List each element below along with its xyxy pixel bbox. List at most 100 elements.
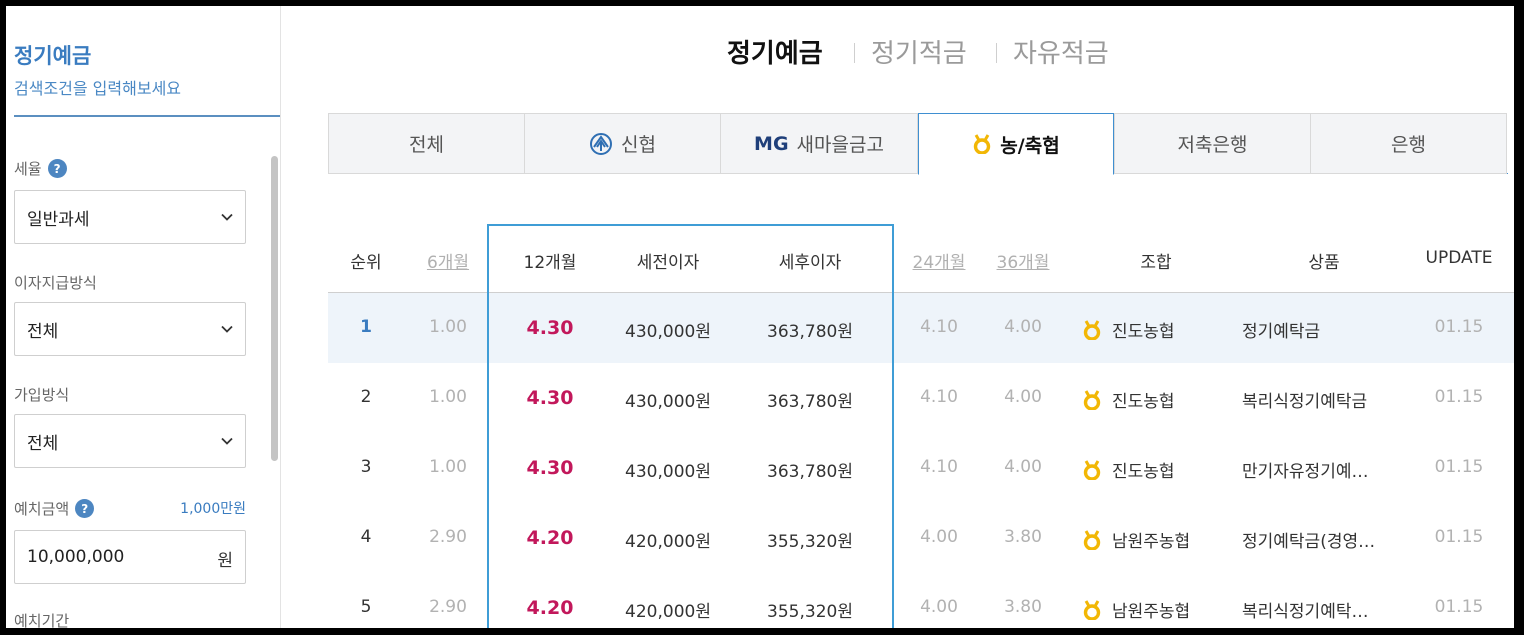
nh-medal-icon: [1083, 319, 1101, 340]
tax-label: 세율 ?: [14, 158, 67, 179]
cell-update: 01.15: [1434, 597, 1484, 617]
cell-union[interactable]: 남원주농협: [1082, 597, 1190, 622]
interest-payment-select[interactable]: 전체: [14, 302, 246, 356]
cell-m12: 4.20: [526, 527, 574, 549]
join-method-select[interactable]: 전체: [14, 414, 246, 468]
bank-tab-all[interactable]: 전체: [328, 113, 525, 174]
nh-medal-icon: [1083, 389, 1101, 410]
cell-m24: 4.10: [920, 387, 958, 407]
bank-tab-label: 전체: [409, 134, 444, 156]
tax-label-text: 세율: [14, 160, 42, 178]
cell-union[interactable]: 진도농협: [1082, 457, 1175, 482]
table-row[interactable]: 5 2.90 4.20 420,000원 355,320원 4.00 3.80 01.15 남원…: [328, 573, 1514, 628]
deposit-amount-label-text: 예치금액: [14, 500, 70, 518]
cell-product[interactable]: 정기예탁금: [1242, 317, 1320, 342]
cell-update: 01.15: [1434, 387, 1484, 407]
sidebar-title: 정기예금: [14, 44, 92, 68]
col-union: 조합: [1140, 253, 1172, 273]
cell-m36: 3.80: [1004, 527, 1042, 547]
institution-tabs: 전체 신협 MG 새마을금고 농/축협 저축은행 은행: [328, 113, 1508, 175]
cell-product[interactable]: 복리식정기예탁금: [1242, 387, 1367, 412]
cell-m12: 4.30: [526, 457, 574, 479]
cell-product[interactable]: 복리식정기예탁…: [1242, 597, 1368, 622]
union-name: 남원주농협: [1112, 532, 1191, 552]
bank-tab-label: 농/축협: [1000, 134, 1060, 157]
tab-installment-saving[interactable]: 정기적금: [871, 33, 967, 70]
cell-m12: 4.30: [526, 387, 574, 409]
chevron-down-icon: [221, 437, 233, 445]
deposit-amount-unit: 원: [217, 551, 233, 571]
deposit-amount-display: 1,000만원: [180, 501, 246, 517]
bank-tab-bank[interactable]: 은행: [1310, 113, 1507, 174]
cell-product[interactable]: 만기자유정기예…: [1242, 457, 1368, 482]
table-row[interactable]: 1 1.00 4.30 430,000원 363,780원 4.10 4.00 01.15 진도…: [328, 293, 1514, 363]
join-method-value: 전체: [27, 433, 59, 454]
union-name: 남원주농협: [1112, 602, 1191, 622]
cell-union[interactable]: 진도농협: [1082, 317, 1175, 342]
search-sidebar: 정기예금 검색조건을 입력해보세요 세율 ? 일반과세 이자지급방식 전체 가입…: [6, 6, 281, 628]
cell-rank: 4: [360, 527, 372, 547]
bank-tab-label: 신협: [621, 134, 656, 156]
cell-m36: 4.00: [1004, 387, 1042, 407]
col-6m[interactable]: 6개월: [427, 248, 469, 273]
cell-product[interactable]: 정기예탁금(경영…: [1242, 527, 1375, 552]
cell-m36: 3.80: [1004, 597, 1042, 617]
nh-medal-icon: [1083, 459, 1101, 480]
cell-pre-tax: 430,000원: [625, 322, 711, 342]
shinhyup-logo-icon: [590, 132, 613, 155]
tab-free-saving[interactable]: 자유적금: [1013, 33, 1109, 70]
cell-m6: 1.00: [429, 457, 467, 477]
cell-after-tax: 363,780원: [767, 322, 853, 342]
deposit-amount-input[interactable]: 10,000,000 원: [14, 530, 246, 584]
bank-tab-shinhyup[interactable]: 신협: [524, 113, 721, 174]
col-rank: 순위: [350, 253, 382, 273]
nh-medal-icon: [1083, 529, 1101, 550]
cell-m12: 4.30: [526, 317, 574, 339]
tax-select-value: 일반과세: [27, 209, 90, 230]
join-method-label: 가입방식: [14, 386, 70, 404]
bank-tab-label: 저축은행: [1177, 134, 1248, 156]
cell-m24: 4.00: [920, 527, 958, 547]
cell-pre-tax: 430,000원: [625, 392, 711, 412]
cell-after-tax: 355,320원: [767, 602, 853, 622]
help-icon[interactable]: ?: [75, 499, 95, 518]
table-row[interactable]: 2 1.00 4.30 430,000원 363,780원 4.10 4.00 01.15 진도…: [328, 363, 1514, 433]
cell-update: 01.15: [1434, 317, 1484, 337]
nh-medal-icon: [1083, 599, 1101, 620]
table-row[interactable]: 3 1.00 4.30 430,000원 363,780원 4.10 4.00 01.15 진도…: [328, 433, 1514, 503]
cell-m24: 4.00: [920, 597, 958, 617]
cell-pre-tax: 420,000원: [625, 602, 711, 622]
col-12m[interactable]: 12개월: [524, 248, 577, 273]
sidebar-scrollbar[interactable]: [271, 156, 278, 461]
bank-tab-mg[interactable]: MG 새마을금고: [720, 113, 918, 174]
cell-rank: 1: [360, 317, 372, 337]
cell-union[interactable]: 남원주농협: [1082, 527, 1190, 552]
col-36m[interactable]: 36개월: [997, 248, 1050, 273]
cell-after-tax: 363,780원: [767, 462, 853, 482]
bank-tab-nh[interactable]: 농/축협: [918, 113, 1114, 175]
cell-m36: 4.00: [1004, 317, 1042, 337]
bank-tab-savings-bank[interactable]: 저축은행: [1114, 113, 1311, 174]
cell-m12: 4.20: [526, 597, 574, 619]
tab-time-deposit[interactable]: 정기예금: [727, 33, 823, 70]
cell-rank: 3: [360, 457, 372, 477]
cell-m6: 1.00: [429, 317, 467, 337]
deposit-amount-value: 10,000,000: [27, 547, 125, 567]
app-frame: 정기예금 검색조건을 입력해보세요 세율 ? 일반과세 이자지급방식 전체 가입…: [6, 6, 1514, 628]
cell-union[interactable]: 진도농협: [1082, 387, 1175, 412]
tax-select[interactable]: 일반과세: [14, 190, 246, 244]
union-name: 진도농협: [1112, 392, 1175, 412]
help-icon[interactable]: ?: [47, 159, 67, 178]
cell-m36: 4.00: [1004, 457, 1042, 477]
cell-m6: 2.90: [429, 527, 467, 547]
bank-tab-label: 은행: [1391, 134, 1426, 156]
interest-payment-value: 전체: [27, 321, 59, 342]
cell-m6: 2.90: [429, 597, 467, 617]
period-label: 예치기간: [14, 612, 70, 628]
mg-logo-icon: MG: [754, 132, 789, 155]
cell-after-tax: 355,320원: [767, 532, 853, 552]
table-row[interactable]: 4 2.90 4.20 420,000원 355,320원 4.00 3.80 01.15 남원…: [328, 503, 1514, 573]
col-24m[interactable]: 24개월: [913, 248, 966, 273]
cell-rank: 5: [360, 597, 372, 617]
cell-update: 01.15: [1434, 457, 1484, 477]
